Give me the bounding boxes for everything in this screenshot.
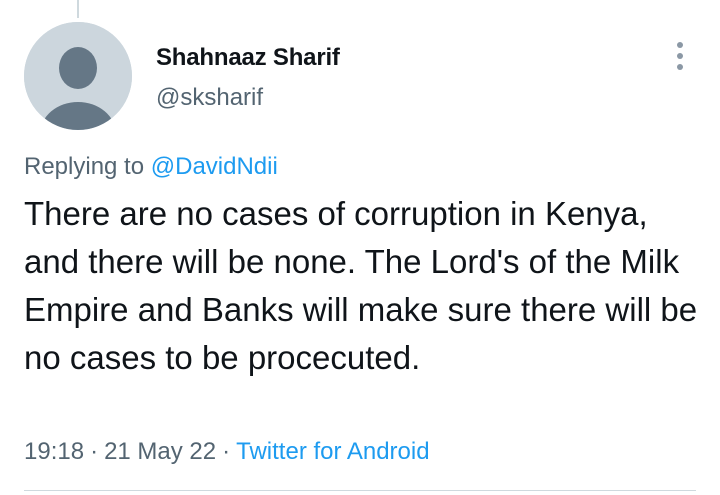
more-options-button[interactable] <box>664 36 696 76</box>
more-options-icon-dot <box>677 64 683 70</box>
tweet-source-link[interactable]: Twitter for Android <box>236 438 429 465</box>
author-handle[interactable]: @sksharif <box>156 84 263 112</box>
replying-to-label: Replying to <box>24 153 145 180</box>
more-options-icon <box>677 42 683 48</box>
tweet-metadata: 19:18 · 21 May 22 · Twitter for Android <box>24 438 430 466</box>
tweet-text: There are no cases of corruption in Keny… <box>24 195 698 376</box>
reply-mention-link[interactable]: @DavidNdii <box>151 153 278 180</box>
divider <box>24 490 696 491</box>
avatar[interactable] <box>24 22 132 130</box>
default-avatar-icon <box>24 22 132 130</box>
replying-to: Replying to @DavidNdii <box>24 153 278 181</box>
thread-connector-line <box>77 0 79 18</box>
meta-separator: · <box>90 438 99 465</box>
author-display-name[interactable]: Shahnaaz Sharif <box>156 44 340 72</box>
meta-separator: · <box>222 438 231 465</box>
tweet-time[interactable]: 19:18 <box>24 438 84 465</box>
tweet-date[interactable]: 21 May 22 <box>104 438 216 465</box>
more-options-icon-dot <box>677 53 683 59</box>
